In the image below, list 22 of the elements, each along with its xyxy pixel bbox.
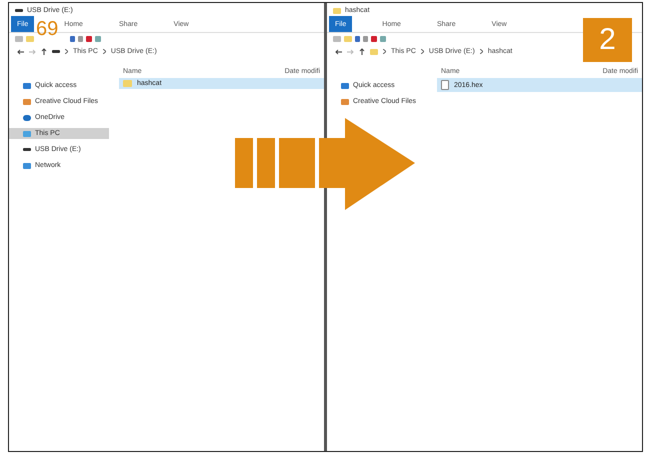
up-icon[interactable] xyxy=(41,48,47,55)
back-icon[interactable] xyxy=(335,48,342,54)
step-badge: 2 xyxy=(583,18,632,62)
chevron-icon xyxy=(480,49,483,54)
page-number: 69 xyxy=(36,19,58,39)
forward-icon[interactable] xyxy=(29,48,36,54)
folder-icon[interactable] xyxy=(26,36,34,42)
chevron-icon xyxy=(420,49,424,54)
chevron-icon xyxy=(65,49,68,54)
drive-icon xyxy=(23,148,31,151)
folder-icon xyxy=(333,8,341,14)
drive-icon xyxy=(52,50,60,53)
back-icon[interactable] xyxy=(17,48,24,54)
folder-icon xyxy=(370,48,378,54)
file-icon xyxy=(441,80,449,90)
chevron-icon xyxy=(383,49,386,54)
chevron-icon xyxy=(102,49,106,54)
forward-icon[interactable] xyxy=(347,48,354,54)
folder-icon[interactable] xyxy=(344,36,352,42)
up-icon[interactable] xyxy=(359,48,365,55)
folder-icon xyxy=(123,80,132,87)
drive-icon xyxy=(15,9,23,12)
